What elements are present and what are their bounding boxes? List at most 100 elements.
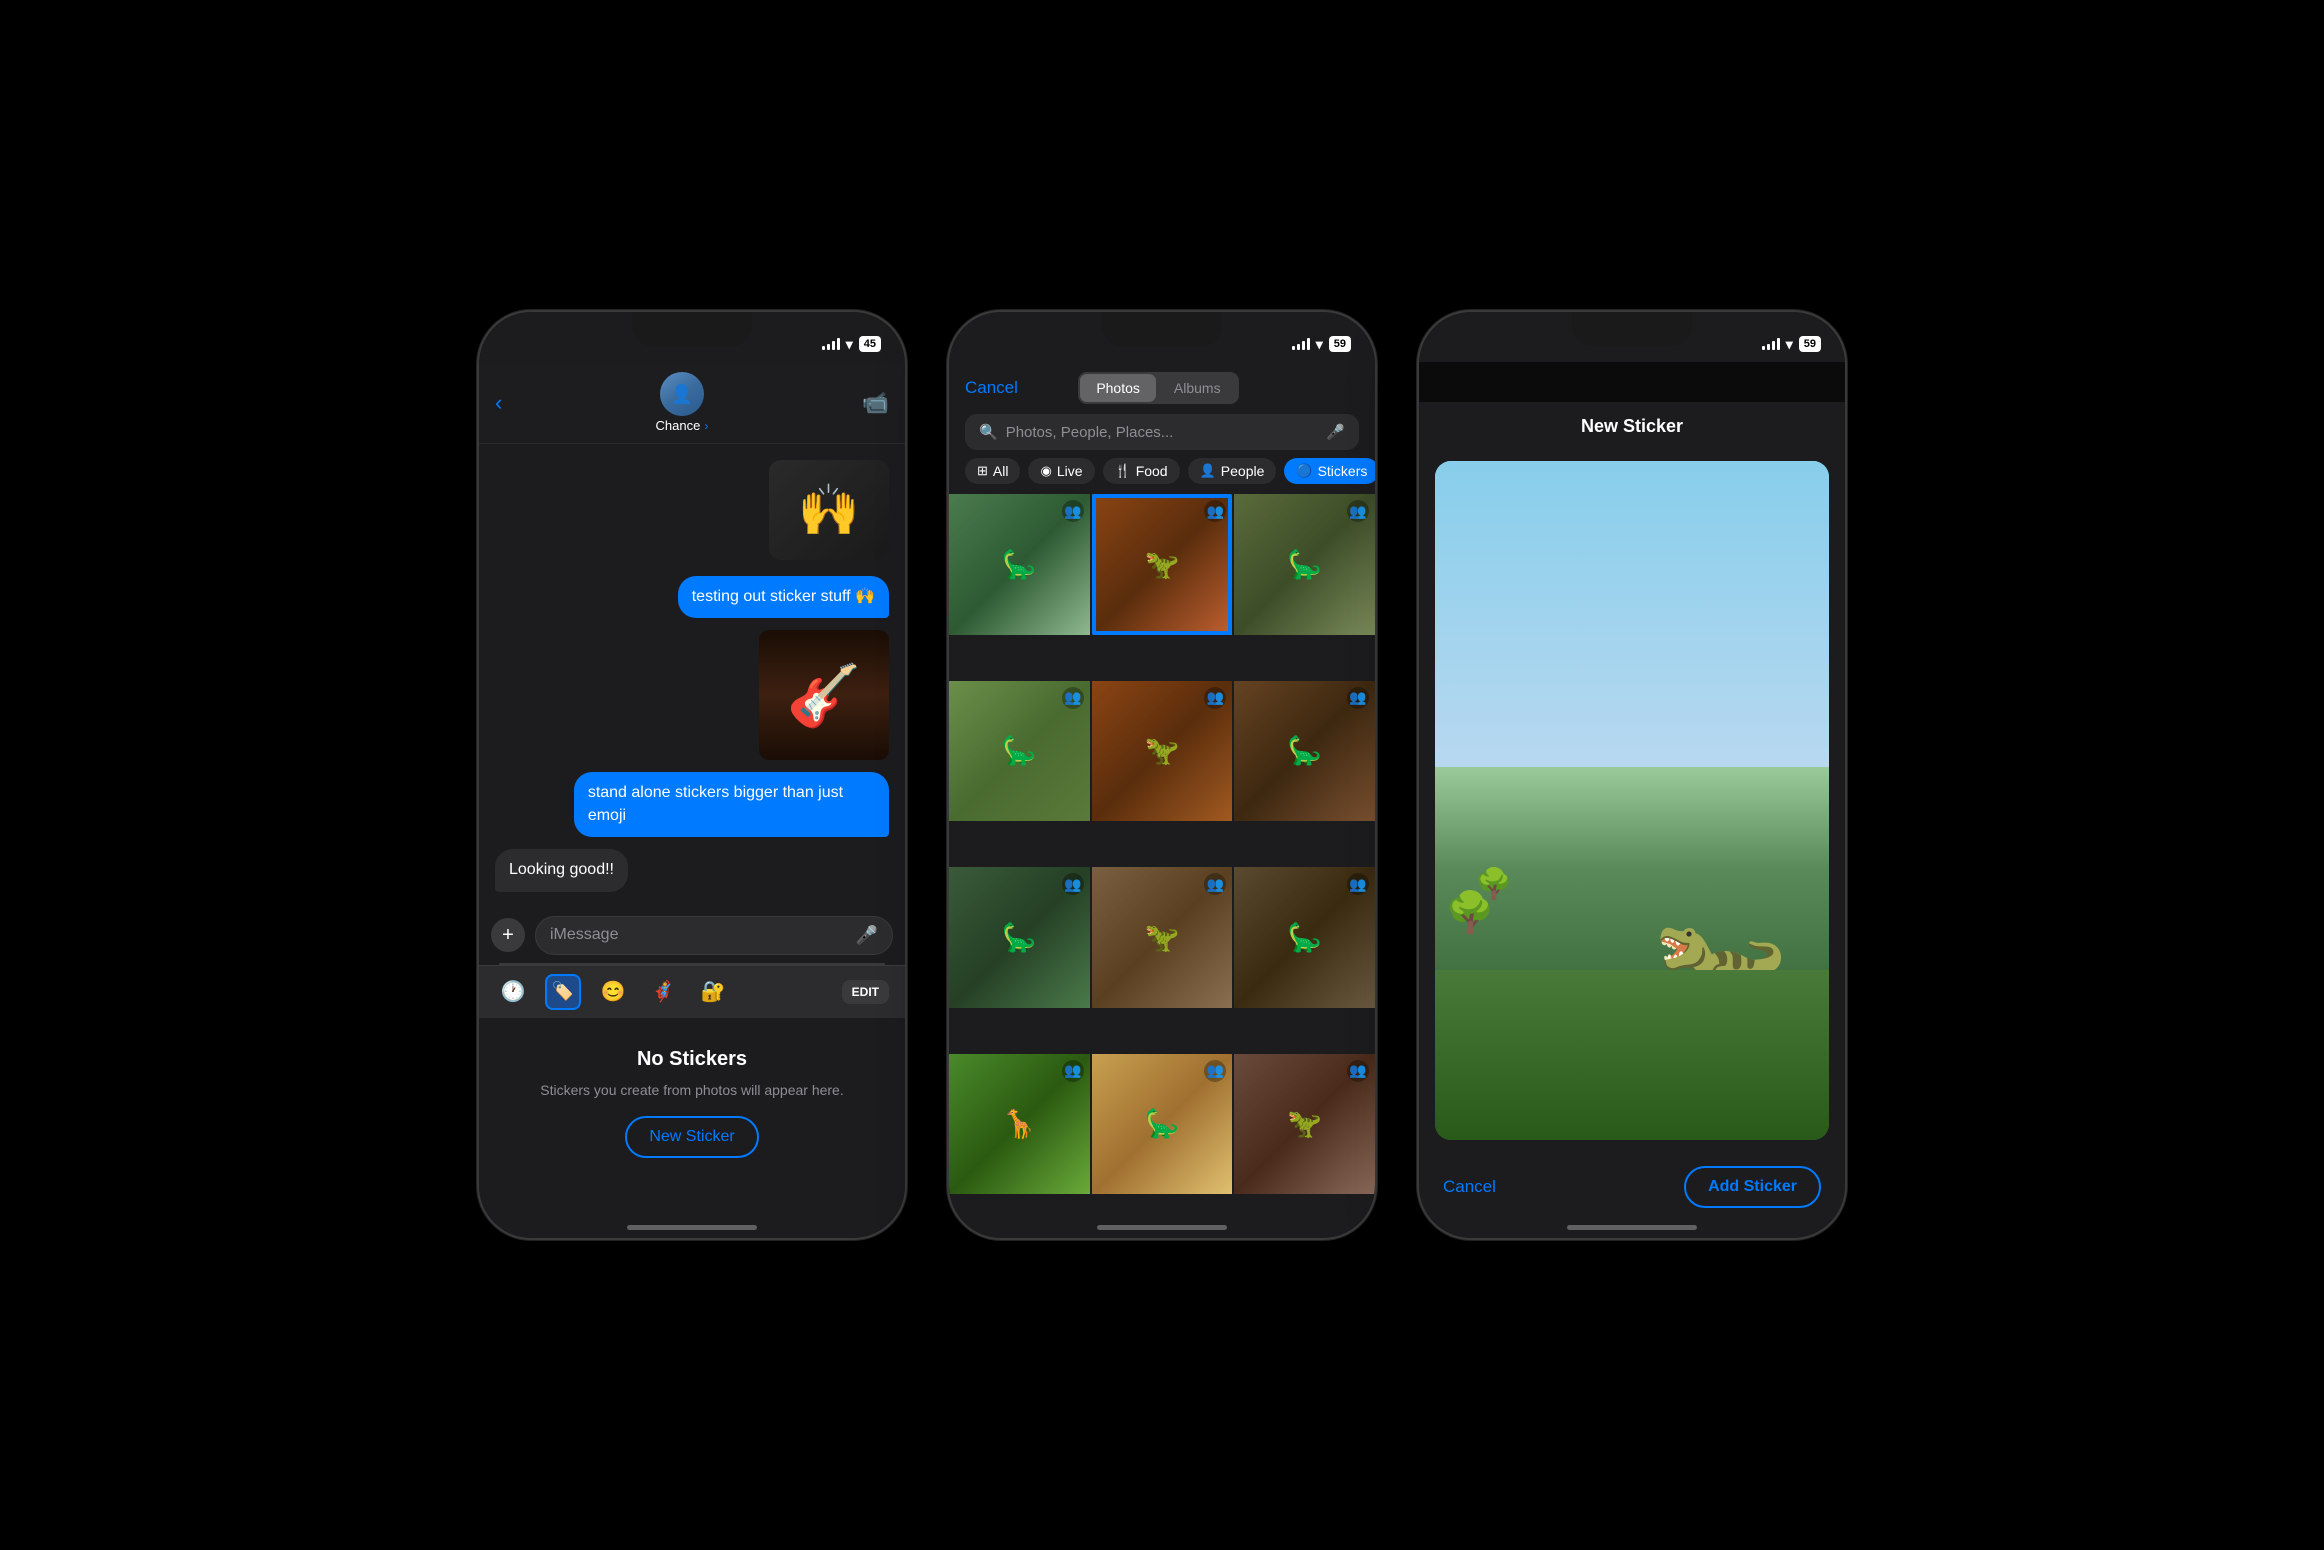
filter-live[interactable]: ◉ Live	[1028, 458, 1094, 484]
signal-bars-2	[1292, 338, 1310, 350]
people-indicator-12: 👥	[1347, 1060, 1369, 1082]
battery-1: 45	[859, 336, 881, 352]
seg-albums[interactable]: Albums	[1158, 374, 1237, 402]
search-placeholder: Photos, People, Places...	[1006, 424, 1174, 441]
edit-button[interactable]: EDIT	[842, 980, 889, 1004]
photo-cell-3[interactable]: 🦕 👥	[1234, 494, 1375, 635]
emoji-icon[interactable]: 😊	[595, 974, 631, 1010]
filter-food-label: Food	[1136, 463, 1168, 479]
phone-1-screen: ▾ 45 ‹ 👤 Chance › 📹	[479, 312, 905, 1238]
no-stickers-area: No Stickers Stickers you create from pho…	[479, 1018, 905, 1189]
search-bar[interactable]: 🔍 Photos, People, Places... 🎤	[965, 414, 1359, 450]
photo-img-2: 🦖	[1092, 494, 1233, 635]
contact-avatar: 👤	[660, 372, 704, 416]
message-stand-alone: stand alone stickers bigger than just em…	[574, 772, 889, 837]
photo-cell-2[interactable]: 🦖 👥	[1092, 494, 1233, 635]
filter-all-label: All	[993, 463, 1009, 479]
video-call-button[interactable]: 📹	[862, 390, 889, 416]
filter-live-label: Live	[1057, 463, 1083, 479]
people-indicator-8: 👥	[1204, 873, 1226, 895]
photo-cell-5[interactable]: 🦖 👥	[1092, 681, 1233, 822]
filter-food[interactable]: 🍴 Food	[1103, 458, 1180, 484]
photo-cell-11[interactable]: 🦕 👥	[1092, 1054, 1233, 1195]
status-bar-3: ▾ 59	[1419, 312, 1845, 362]
photo-cell-6[interactable]: 🦕 👥	[1234, 681, 1375, 822]
status-icons-1: ▾ 45	[822, 336, 881, 353]
filter-row: ⊞ All ◉ Live 🍴 Food 👤 People 🔵 Stic	[949, 458, 1375, 494]
photo-cell-12[interactable]: 🦖 👥	[1234, 1054, 1375, 1195]
sticker-preview-bg: 🌳 🌳 🦖	[1435, 461, 1829, 1140]
clock-icon[interactable]: 🕐	[495, 974, 531, 1010]
filter-people[interactable]: 👤 People	[1188, 458, 1277, 484]
phone-1: ▾ 45 ‹ 👤 Chance › 📹	[477, 310, 907, 1240]
filter-stickers-label: Stickers	[1318, 463, 1368, 479]
home-indicator-3	[1567, 1225, 1697, 1230]
live-icon: ◉	[1040, 463, 1051, 479]
people-indicator-11: 👥	[1204, 1060, 1226, 1082]
segment-control: Photos Albums	[1078, 372, 1238, 404]
photo-cell-8[interactable]: 🦖 👥	[1092, 867, 1233, 1008]
sticker-toolbar: 🕐 🏷️ 😊 🦸 🔐 EDIT	[479, 965, 905, 1018]
photo-picker-header: Cancel Photos Albums	[949, 362, 1375, 414]
photo-cell-9[interactable]: 🦕 👥	[1234, 867, 1375, 1008]
photo-grid: 🦕 👥 🦖 👥 🦕 👥 🦕 👥 🦖 👥	[949, 494, 1375, 1238]
home-indicator-1	[627, 1225, 757, 1230]
people-indicator-5: 👥	[1204, 687, 1226, 709]
filter-stickers[interactable]: 🔵 Stickers	[1284, 458, 1375, 484]
message-bubble-testing: testing out sticker stuff 🙌	[678, 576, 889, 618]
food-icon: 🍴	[1115, 463, 1131, 479]
status-icons-3: ▾ 59	[1762, 336, 1821, 353]
back-button[interactable]: ‹	[495, 390, 502, 416]
status-icons-2: ▾ 59	[1292, 336, 1351, 353]
wifi-icon-1: ▾	[846, 336, 853, 353]
no-stickers-title: No Stickers	[637, 1048, 747, 1071]
photo-cell-1[interactable]: 🦕 👥	[949, 494, 1090, 635]
contact-info[interactable]: 👤 Chance ›	[514, 372, 849, 433]
contact-name: Chance ›	[656, 418, 709, 433]
people-indicator-7: 👥	[1062, 873, 1084, 895]
chat-messages: 🙌 testing out sticker stuff 🙌 🎸 stand al…	[479, 444, 905, 908]
phone-3-screen: ▾ 59 New Sticker 🌳	[1419, 312, 1845, 1238]
battery-3: 59	[1799, 336, 1821, 352]
mic-search-icon[interactable]: 🎤	[1326, 423, 1345, 441]
message-input[interactable]: iMessage 🎤	[535, 916, 893, 955]
filter-people-label: People	[1221, 463, 1265, 479]
status-bar-2: ▾ 59	[949, 312, 1375, 362]
photo-cell-4[interactable]: 🦕 👥	[949, 681, 1090, 822]
filter-all[interactable]: ⊞ All	[965, 458, 1020, 484]
status-bar-1: ▾ 45	[479, 312, 905, 362]
sticker-filter-icon: 🔵	[1296, 463, 1312, 479]
sticker-cancel-button[interactable]: Cancel	[1443, 1177, 1496, 1197]
sticker-icon-active[interactable]: 🏷️	[545, 974, 581, 1010]
people-indicator-10: 👥	[1062, 1060, 1084, 1082]
message-sticker-guitarist: 🎸	[759, 630, 889, 760]
search-icon: 🔍	[979, 423, 998, 441]
photo-cell-7[interactable]: 🦕 👥	[949, 867, 1090, 1008]
plus-button[interactable]: +	[491, 918, 525, 952]
phone-2-screen: ▾ 59 Cancel Photos Albums 🔍 Photos, Peop…	[949, 312, 1375, 1238]
message-input-row: + iMessage 🎤	[479, 908, 905, 963]
signal-bars-1	[822, 338, 840, 350]
people-indicator-2: 👥	[1204, 500, 1226, 522]
chat-header: ‹ 👤 Chance › 📹	[479, 362, 905, 444]
add-sticker-button[interactable]: Add Sticker	[1684, 1166, 1821, 1208]
mic-icon[interactable]: 🎤	[856, 925, 878, 946]
sticker-preview-area: 🌳 🌳 🦖	[1435, 461, 1829, 1140]
memoji-icon[interactable]: 🦸	[645, 974, 681, 1010]
photo-cell-10[interactable]: 🦒 👥	[949, 1054, 1090, 1195]
password-icon[interactable]: 🔐	[695, 974, 731, 1010]
no-stickers-subtitle: Stickers you create from photos will app…	[540, 1081, 843, 1101]
grid-icon: ⊞	[977, 463, 988, 479]
seg-photos[interactable]: Photos	[1080, 374, 1156, 402]
people-icon-chip: 👤	[1200, 463, 1216, 479]
cancel-button-2[interactable]: Cancel	[965, 378, 1018, 398]
signal-bars-3	[1762, 338, 1780, 350]
wifi-icon-2: ▾	[1316, 336, 1323, 353]
phone-3: ▾ 59 New Sticker 🌳	[1417, 310, 1847, 1240]
dim-overlay	[1419, 362, 1845, 402]
new-sticker-header: New Sticker	[1419, 402, 1845, 451]
new-sticker-button[interactable]: New Sticker	[625, 1116, 758, 1158]
contact-chevron: ›	[704, 419, 708, 433]
people-indicator-9: 👥	[1347, 873, 1369, 895]
battery-2: 59	[1329, 336, 1351, 352]
